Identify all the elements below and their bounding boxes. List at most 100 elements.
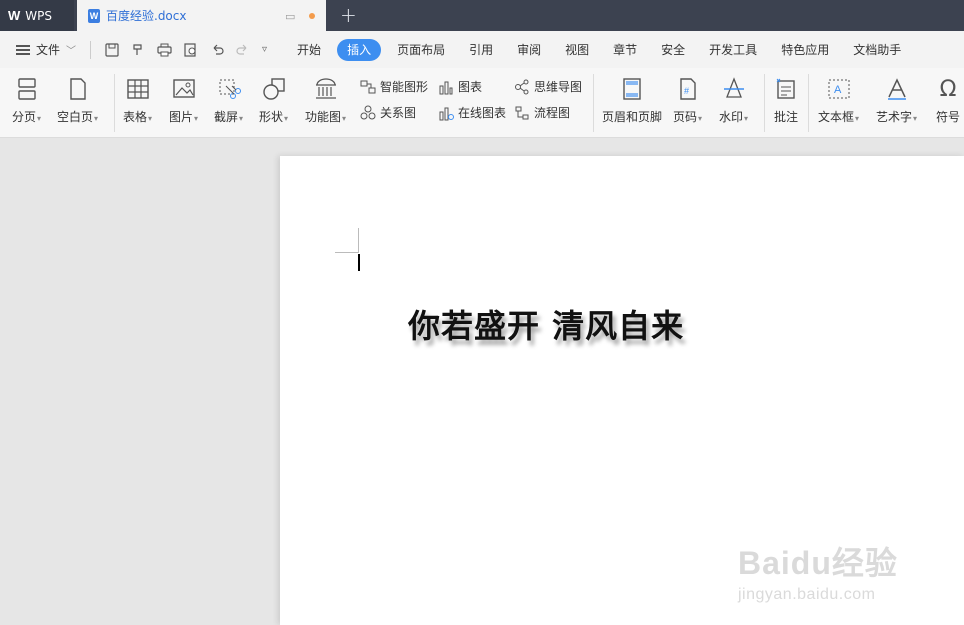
quick-access-toolbar: ▿ (90, 40, 267, 59)
customize-toolbar-icon[interactable]: ▿ (262, 44, 267, 55)
picture-icon (171, 76, 197, 102)
print-icon[interactable] (157, 43, 172, 57)
flowchart-button[interactable]: 流程图 (514, 104, 570, 121)
undo-icon[interactable] (210, 43, 224, 57)
svg-text:#: # (684, 86, 689, 96)
svg-text:A: A (834, 84, 842, 96)
file-menu-label: 文件 (36, 43, 61, 57)
unsaved-dot-icon (309, 13, 315, 19)
watermark-brand: Baidu经验 (738, 545, 898, 581)
smart-art-button[interactable]: 智能图形 (360, 78, 428, 95)
tab-review[interactable]: 审阅 (505, 39, 553, 61)
chevron-down-icon: ﹀ (66, 46, 77, 57)
watermark-button[interactable]: 水印▾ (719, 76, 748, 125)
file-menu-button[interactable]: 文件 ﹀ (0, 31, 76, 68)
tab-developer[interactable]: 开发工具 (697, 39, 769, 61)
margin-corner-mark (358, 228, 359, 252)
page-break-button[interactable]: 分页▾ (12, 76, 41, 125)
table-label: 表格 (123, 110, 148, 124)
watermark-url: jingyan.baidu.com (738, 586, 876, 603)
page-number-button[interactable]: # 页码▾ (673, 76, 702, 125)
chart-button[interactable]: 图表 (438, 78, 482, 95)
word-art-button[interactable]: 艺术字▾ (876, 76, 917, 125)
word-art-icon (884, 76, 910, 102)
symbol-button[interactable]: Ω 符号 (935, 76, 961, 125)
blank-page-button[interactable]: 空白页▾ (57, 76, 98, 125)
menu-bar: 文件 ﹀ ▿ 开始 插入 页面布局 引用 审阅 视图 章节 安全 开发工具 特色… (0, 31, 964, 68)
format-painter-icon[interactable] (131, 43, 145, 57)
title-bar: W WPS W 百度经验.docx ▭ + (0, 0, 964, 31)
document-tab[interactable]: W 百度经验.docx ▭ (77, 0, 326, 31)
comment-icon (773, 76, 799, 102)
relation-chart-icon (360, 105, 376, 119)
tab-view[interactable]: 视图 (553, 39, 601, 61)
word-doc-icon: W (88, 8, 100, 23)
comment-label: 批注 (773, 110, 798, 124)
tab-insert[interactable]: 插入 (337, 38, 382, 61)
flowchart-label: 流程图 (534, 106, 571, 120)
text-box-button[interactable]: A 文本框▾ (818, 76, 859, 125)
mind-map-button[interactable]: 思维导图 (514, 78, 582, 95)
text-cursor (358, 254, 360, 271)
hamburger-icon (16, 44, 30, 55)
relation-chart-label: 关系图 (380, 106, 417, 120)
mind-map-icon (515, 79, 529, 94)
divider (593, 74, 594, 132)
screenshot-label: 截屏 (214, 110, 239, 124)
page-number-icon: # (675, 76, 701, 102)
wps-home-tab[interactable]: W WPS (0, 0, 74, 31)
tab-section[interactable]: 章节 (601, 39, 649, 61)
table-icon (125, 76, 151, 102)
function-chart-button[interactable]: 功能图▾ (305, 76, 346, 125)
divider (764, 74, 765, 132)
header-footer-button[interactable]: 页眉和页脚 (602, 76, 662, 125)
new-tab-plus-icon[interactable]: + (340, 3, 357, 27)
omega-icon: Ω (939, 76, 957, 102)
page-number-label: 页码 (673, 110, 698, 124)
tab-home[interactable]: 开始 (285, 39, 333, 61)
document-tab-title: 百度经验.docx (106, 9, 187, 23)
header-footer-icon (619, 76, 645, 102)
watermark-label: 水印 (719, 110, 744, 124)
blank-page-label: 空白页 (57, 110, 94, 124)
headline-text[interactable]: 你若盛开 清风自来 (408, 301, 684, 347)
tab-special-apps[interactable]: 特色应用 (769, 39, 841, 61)
wps-app-label: WPS (25, 8, 52, 23)
bar-chart-icon (439, 81, 453, 94)
table-button[interactable]: 表格▾ (123, 76, 152, 125)
mind-map-label: 思维导图 (534, 80, 583, 94)
picture-button[interactable]: 图片▾ (169, 76, 198, 125)
online-chart-button[interactable]: 在线图表 (438, 104, 506, 121)
online-chart-icon (439, 107, 454, 120)
divider (90, 40, 92, 59)
function-chart-icon (313, 76, 339, 102)
save-icon[interactable] (105, 42, 119, 57)
monitor-icon[interactable]: ▭ (285, 10, 295, 23)
ribbon-tabs: 开始 插入 页面布局 引用 审阅 视图 章节 安全 开发工具 特色应用 文档助手 (285, 38, 913, 61)
flowchart-icon (515, 106, 529, 119)
scissors-icon (216, 76, 242, 102)
shapes-icon (261, 76, 287, 102)
blank-page-icon (65, 76, 91, 102)
relation-chart-button[interactable]: 关系图 (360, 104, 416, 121)
shapes-button[interactable]: 形状▾ (259, 76, 288, 125)
page-break-icon (14, 76, 40, 102)
tab-security[interactable]: 安全 (649, 39, 697, 61)
picture-label: 图片 (169, 110, 194, 124)
divider (114, 74, 115, 132)
tab-doc-assistant[interactable]: 文档助手 (841, 39, 913, 61)
watermark-icon (721, 76, 747, 102)
tab-page-layout[interactable]: 页面布局 (385, 39, 457, 61)
divider (808, 74, 809, 132)
margin-corner-mark (335, 252, 359, 253)
screenshot-button[interactable]: 截屏▾ (214, 76, 243, 125)
tab-references[interactable]: 引用 (457, 39, 505, 61)
redo-icon[interactable] (236, 43, 250, 57)
text-box-icon: A (826, 76, 852, 102)
print-preview-icon[interactable] (184, 42, 198, 57)
insert-ribbon: 分页▾ 空白页▾ 表格▾ 图片▾ 截屏▾ 形状▾ 功能图▾ 智能图形 图表 思维… (0, 68, 964, 138)
chart-label: 图表 (458, 80, 483, 94)
word-art-label: 艺术字 (876, 110, 913, 124)
comment-button[interactable]: 批注 (773, 76, 799, 125)
function-chart-label: 功能图 (305, 110, 342, 124)
